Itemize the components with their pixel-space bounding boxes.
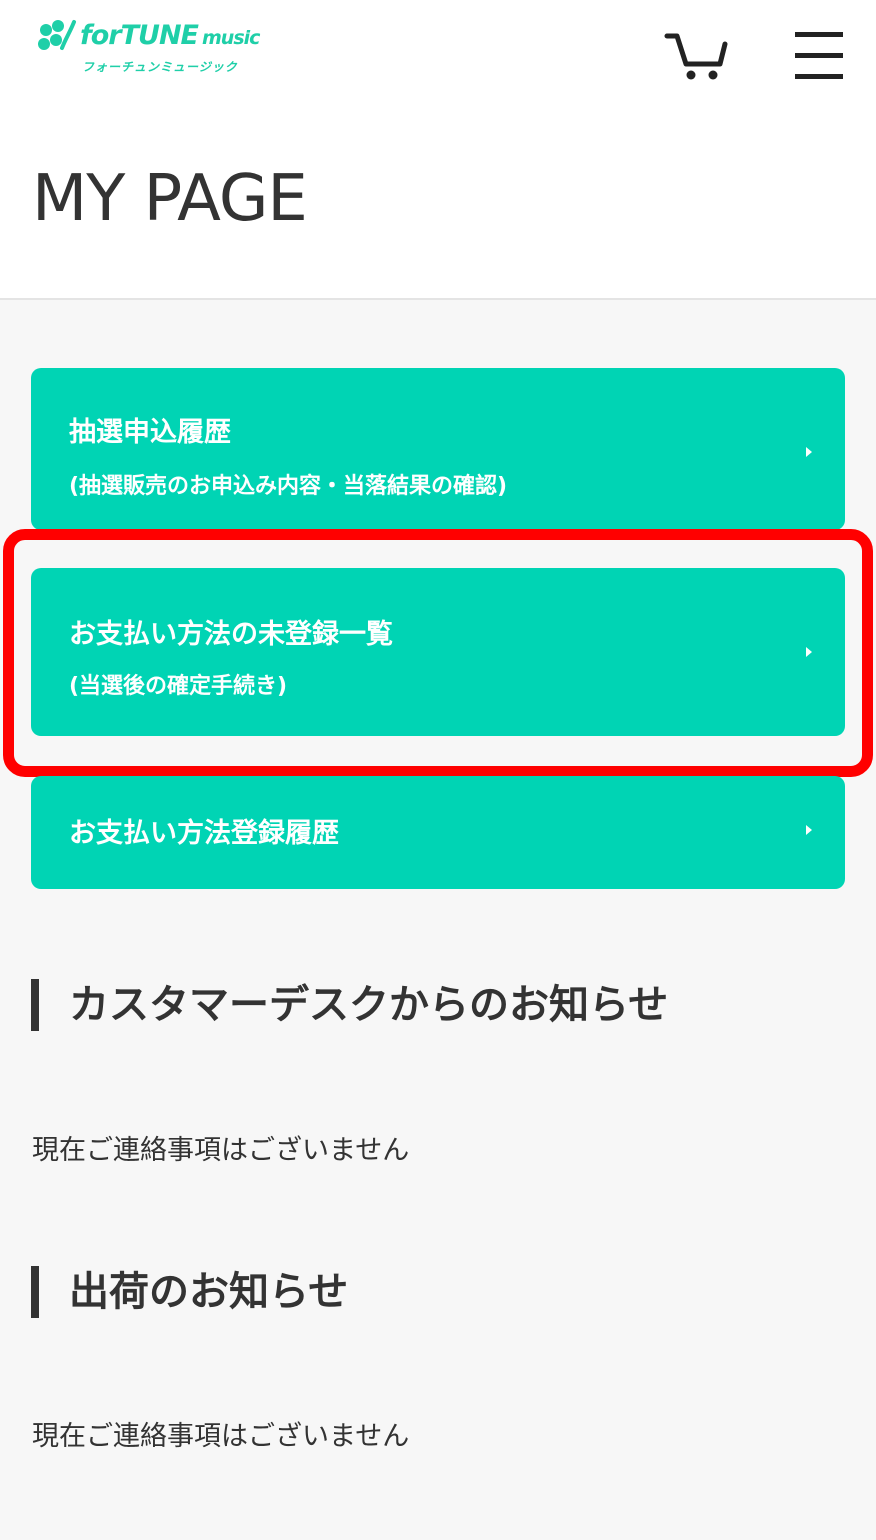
fortune-music-logo[interactable]: forTUNE music フォーチュンミュージック — [36, 18, 266, 82]
payment-registration-history-button[interactable]: お支払い方法登録履歴 — [31, 776, 845, 889]
customer-desk-notice-message: 現在ご連絡事項はございません — [32, 1135, 410, 1166]
shipping-notice-message: 現在ご連絡事項はございません — [32, 1421, 410, 1452]
logo-brand-suffix: music — [202, 27, 260, 49]
button-label: お支払い方法登録履歴 — [69, 818, 339, 849]
section-heading-text: カスタマーデスクからのお知らせ — [69, 982, 669, 1028]
button-label: お支払い方法の未登録一覧 — [69, 619, 393, 650]
chevron-right-icon — [806, 447, 812, 457]
page-title: MY PAGE — [32, 162, 308, 236]
site-header: forTUNE music フォーチュンミュージック MY PAGE — [0, 0, 876, 300]
chevron-right-icon — [806, 825, 812, 835]
unregistered-payment-list-button[interactable]: お支払い方法の未登録一覧 (当選後の確定手続き) — [31, 568, 845, 736]
button-sublabel: (抽選販売のお申込み内容・当落結果の確認) — [69, 474, 508, 499]
customer-desk-notice-heading: カスタマーデスクからのお知らせ — [31, 979, 668, 1031]
chevron-right-icon — [806, 647, 812, 657]
logo-wordmark: forTUNE music — [80, 20, 260, 51]
lottery-application-history-button[interactable]: 抽選申込履歴 (抽選販売のお申込み内容・当落結果の確認) — [31, 368, 845, 530]
clover-logo-icon — [38, 20, 76, 50]
logo-kana-text: フォーチュンミュージック — [82, 60, 238, 74]
cart-icon[interactable] — [664, 30, 728, 82]
section-heading-text: 出荷のお知らせ — [69, 1269, 349, 1315]
button-label: 抽選申込履歴 — [69, 417, 231, 448]
shipping-notice-heading: 出荷のお知らせ — [31, 1266, 348, 1318]
button-sublabel: (当選後の確定手続き) — [69, 674, 288, 699]
logo-brand-text: forTUNE — [80, 20, 199, 51]
hamburger-menu-icon[interactable] — [794, 28, 844, 82]
